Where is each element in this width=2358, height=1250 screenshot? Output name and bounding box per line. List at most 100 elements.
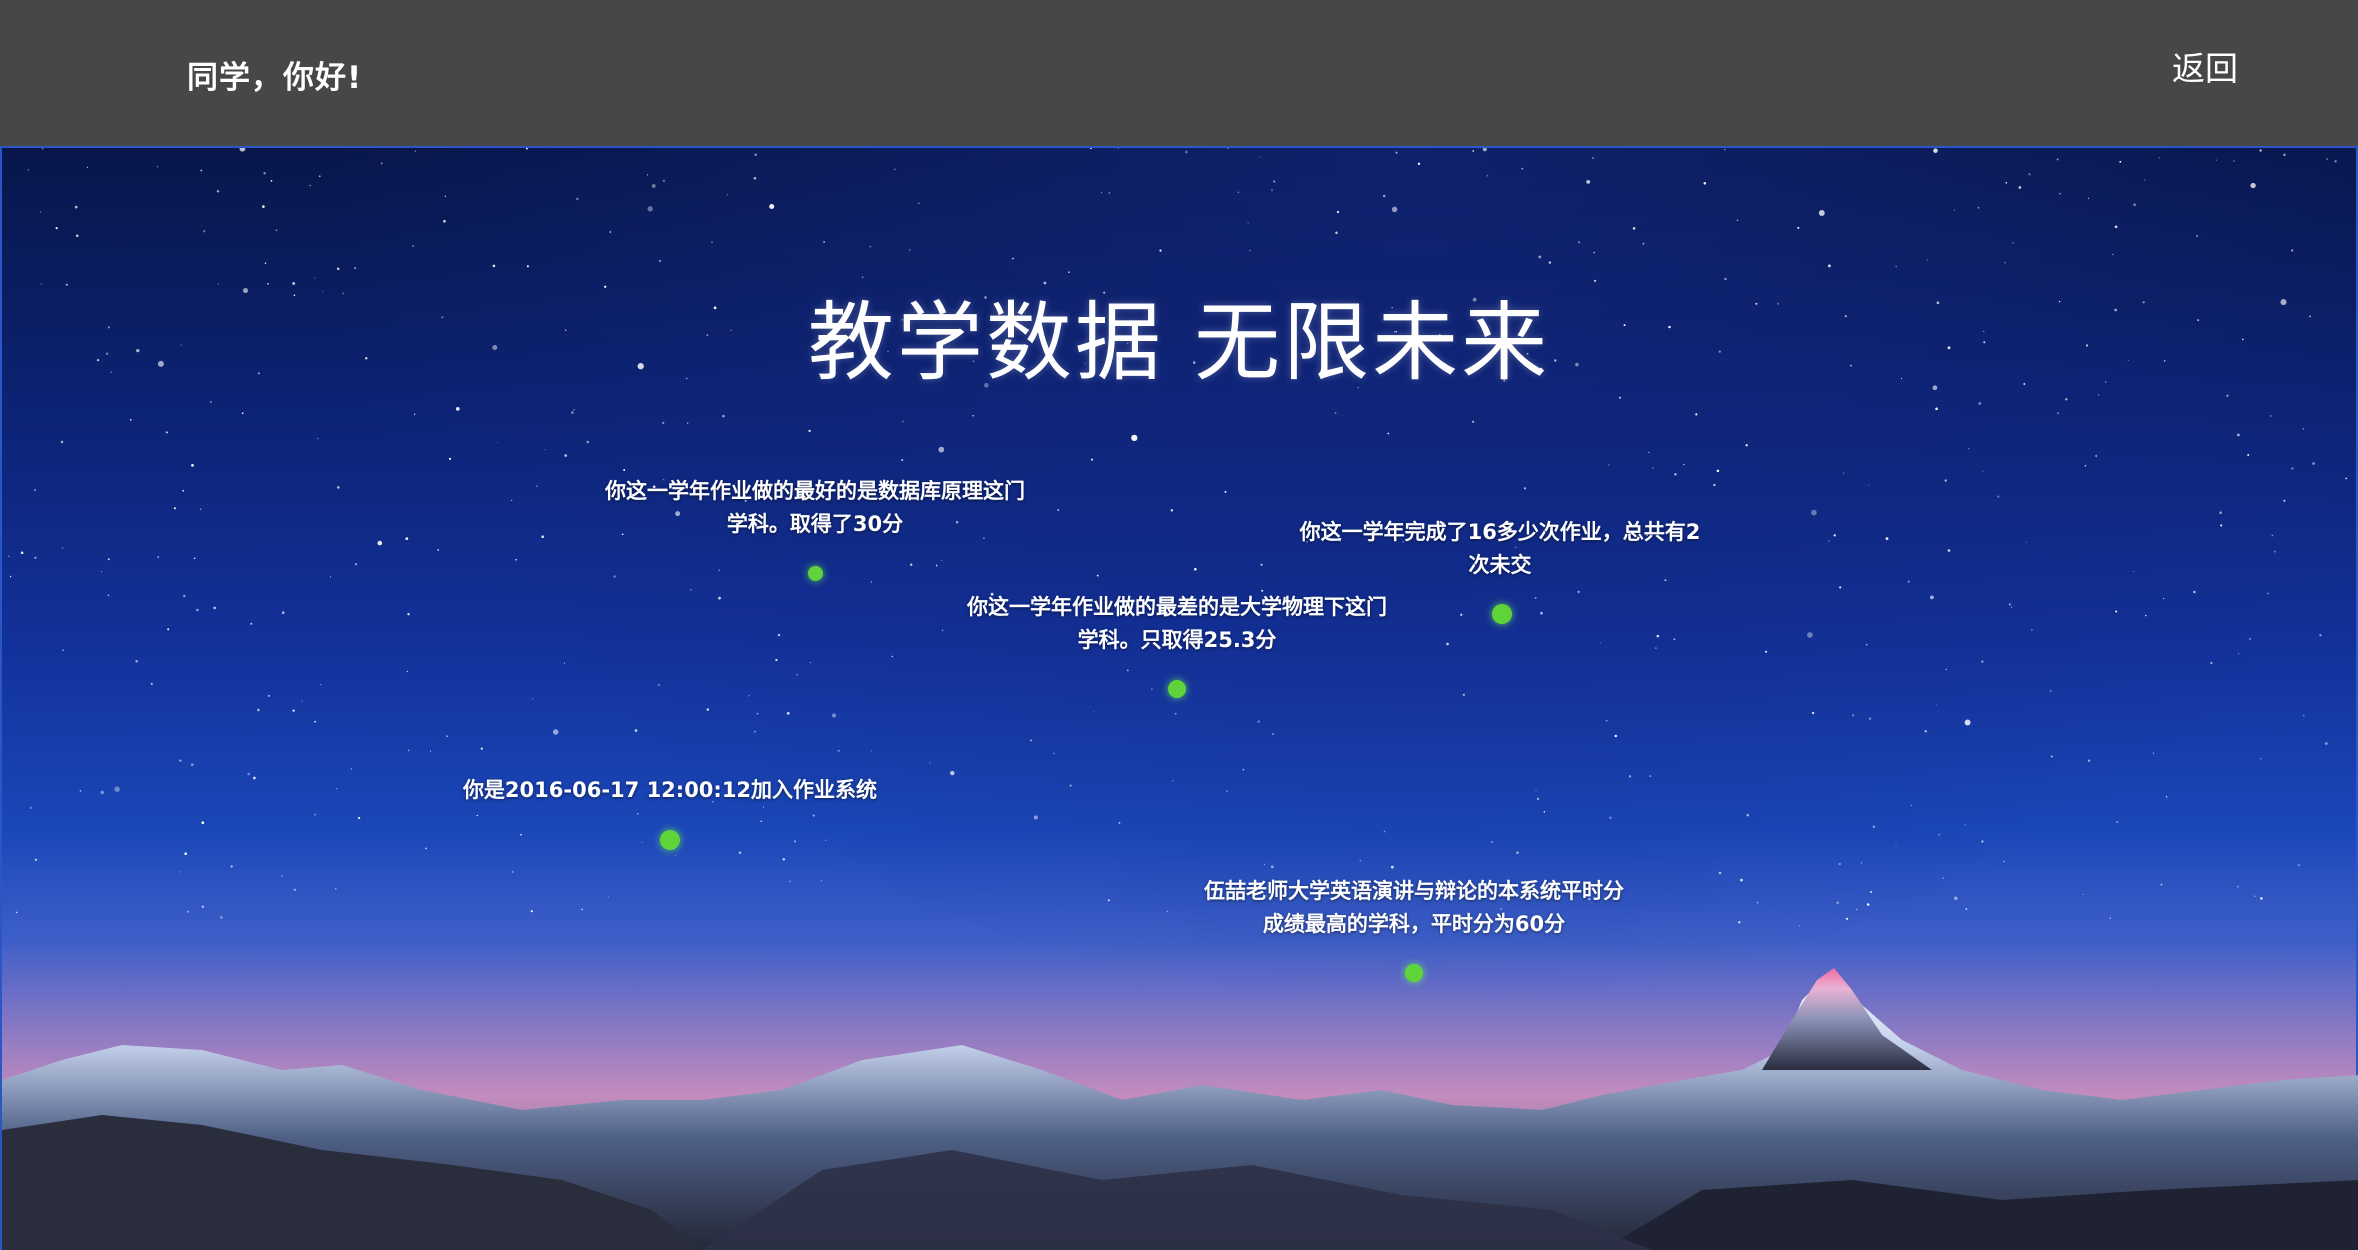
star [658, 259, 661, 262]
star [674, 855, 677, 857]
star [437, 549, 440, 551]
star [1632, 227, 1636, 230]
star [2008, 603, 2011, 606]
star [526, 265, 529, 268]
star [2025, 541, 2027, 543]
star [1260, 156, 1262, 158]
star [662, 421, 665, 425]
star [1226, 790, 1228, 792]
star [407, 613, 410, 616]
star [1981, 840, 1984, 843]
star [350, 768, 352, 770]
star [909, 563, 913, 566]
star [2237, 652, 2240, 655]
star [515, 558, 517, 561]
fact-homework-count: 你这一学年完成了16多少次作业，总共有2次未交 [1299, 520, 1701, 577]
star [1108, 192, 1111, 194]
star [443, 219, 446, 223]
star [1336, 210, 1340, 214]
star [1012, 257, 1014, 260]
star [812, 814, 815, 817]
star [253, 776, 256, 780]
star [1828, 540, 1830, 542]
star [1964, 824, 1966, 826]
star [353, 266, 357, 270]
star [573, 408, 575, 411]
star [1586, 180, 1591, 184]
star [1926, 259, 1928, 261]
star [1745, 444, 1748, 447]
star [1242, 768, 1245, 771]
back-link[interactable]: 返回 [2172, 42, 2238, 90]
star [1933, 148, 1938, 153]
star [520, 833, 522, 836]
star [2084, 464, 2087, 467]
star [641, 841, 643, 843]
star [609, 231, 612, 233]
star [1910, 804, 1913, 806]
star [613, 575, 616, 578]
star [2133, 570, 2135, 573]
star [2082, 893, 2085, 896]
star [1460, 613, 1463, 616]
star [165, 431, 168, 434]
fact-dot-homework-count[interactable] [1492, 604, 1512, 624]
star [1869, 890, 1873, 894]
star [61, 547, 64, 549]
star [2250, 182, 2256, 189]
star [1591, 156, 1594, 160]
star [114, 786, 120, 792]
star [190, 763, 194, 767]
star [182, 489, 185, 492]
star [1839, 586, 1842, 589]
star [1718, 871, 1722, 875]
star [263, 172, 266, 175]
fact-dot-worst-subject[interactable] [1168, 680, 1186, 698]
star [107, 558, 110, 561]
fact-dot-teacher-highest[interactable] [1405, 964, 1423, 982]
star [901, 459, 904, 462]
star [2059, 193, 2061, 195]
star [2109, 917, 2111, 919]
star [1968, 448, 1970, 450]
star [1247, 222, 1249, 224]
star [808, 429, 811, 433]
star [777, 633, 781, 637]
star [651, 184, 656, 188]
star [380, 162, 383, 165]
star [586, 440, 590, 444]
star [1740, 878, 1743, 882]
fact-dot-join-date[interactable] [660, 830, 680, 850]
star [1548, 261, 1552, 264]
star [2162, 597, 2165, 600]
star [480, 747, 483, 750]
star [1227, 148, 1229, 150]
star [1534, 596, 1537, 600]
star [1096, 574, 1099, 577]
star [1249, 249, 1251, 252]
star [34, 858, 38, 861]
star [9, 575, 12, 578]
star [1649, 775, 1652, 778]
star [1981, 470, 1984, 472]
star [319, 175, 321, 177]
star [200, 169, 203, 172]
star [1577, 590, 1580, 594]
star [1797, 226, 1800, 229]
star [213, 606, 216, 610]
star [662, 179, 666, 182]
star [2133, 203, 2136, 207]
star [1713, 483, 1716, 487]
star [918, 202, 920, 205]
star [1334, 412, 1337, 414]
star [1270, 865, 1274, 869]
star [1057, 508, 1060, 512]
star [1619, 396, 1622, 399]
star [706, 708, 709, 711]
star [1166, 910, 1169, 913]
star [86, 166, 89, 169]
star [511, 499, 513, 501]
fact-join-date: 你是2016-06-17 12:00:12加入作业系统 [462, 778, 878, 802]
fact-dot-best-subject[interactable] [808, 566, 823, 581]
star [891, 655, 894, 658]
